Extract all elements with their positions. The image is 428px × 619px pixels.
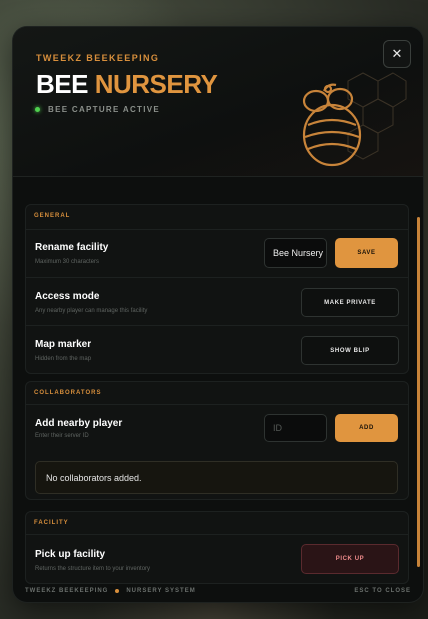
close-button[interactable]: ✕ [383,40,411,68]
title-word-bee: BEE [36,69,88,99]
player-id-input[interactable]: ID [264,414,327,442]
beehive-icon [278,55,408,180]
pickup-label: Pick up facility [35,549,106,560]
rename-input[interactable]: Bee Nursery [264,238,327,268]
panel-footer: TWEEKZ BEEKEEPING NURSERY SYSTEM ESC TO … [13,586,423,602]
rename-label: Rename facility [35,242,109,253]
section-title-collaborators: COLLABORATORS [34,390,102,396]
footer-separator-dot [115,589,120,593]
marker-label: Map marker [35,339,92,350]
row-rename-facility: Rename facility Maximum 30 characters Be… [26,229,408,278]
status-indicator: BEE CAPTURE ACTIVE [35,105,160,114]
section-title-facility: FACILITY [34,520,69,526]
title-word-nursery: NURSERY [94,69,218,99]
panel-header: TWEEKZ BEEKEEPING BEE NURSERY BEE CAPTUR… [13,27,423,177]
access-sub: Any nearby player can manage this facili… [35,308,148,314]
footer-brand: TWEEKZ BEEKEEPING [25,588,109,594]
nursery-panel: TWEEKZ BEEKEEPING BEE NURSERY BEE CAPTUR… [13,27,423,602]
show-blip-button[interactable]: SHOW BLIP [301,336,399,365]
footer-system: NURSERY SYSTEM [126,588,196,594]
row-add-player: Add nearby player Enter their server ID … [26,404,408,453]
content-scrollbar[interactable] [417,217,420,567]
status-text: BEE CAPTURE ACTIVE [48,105,161,114]
row-map-marker: Map marker Hidden from the map SHOW BLIP [26,325,408,373]
access-label: Access mode [35,291,100,302]
row-pickup-facility: Pick up facility Returns the structure i… [26,534,408,583]
footer-left: TWEEKZ BEEKEEPING NURSERY SYSTEM [25,588,196,594]
brand-label: TWEEKZ BEEKEEPING [36,53,160,63]
status-dot-icon [35,107,40,112]
marker-sub: Hidden from the map [35,356,92,362]
page-title: BEE NURSERY [36,69,218,100]
add-button[interactable]: ADD [335,414,398,442]
add-player-sub: Enter their server ID [35,433,89,439]
section-title-general: GENERAL [34,213,71,219]
rename-sub: Maximum 30 characters [35,259,100,265]
save-button[interactable]: SAVE [335,238,398,268]
row-access-mode: Access mode Any nearby player can manage… [26,277,408,326]
pick-up-button[interactable]: PICK UP [301,544,399,574]
collaborators-empty-state: No collaborators added. [35,461,398,494]
pickup-sub: Returns the structure item to your inven… [35,566,151,572]
settings-content: GENERAL Rename facility Maximum 30 chara… [25,176,409,586]
make-private-button[interactable]: MAKE PRIVATE [301,288,399,317]
add-player-label: Add nearby player [35,418,123,429]
section-general: GENERAL Rename facility Maximum 30 chara… [25,204,409,374]
close-icon: ✕ [391,46,403,61]
footer-esc-hint: ESC TO CLOSE [354,588,411,594]
section-collaborators: COLLABORATORS Add nearby player Enter th… [25,381,409,500]
section-facility: FACILITY Pick up facility Returns the st… [25,511,409,584]
